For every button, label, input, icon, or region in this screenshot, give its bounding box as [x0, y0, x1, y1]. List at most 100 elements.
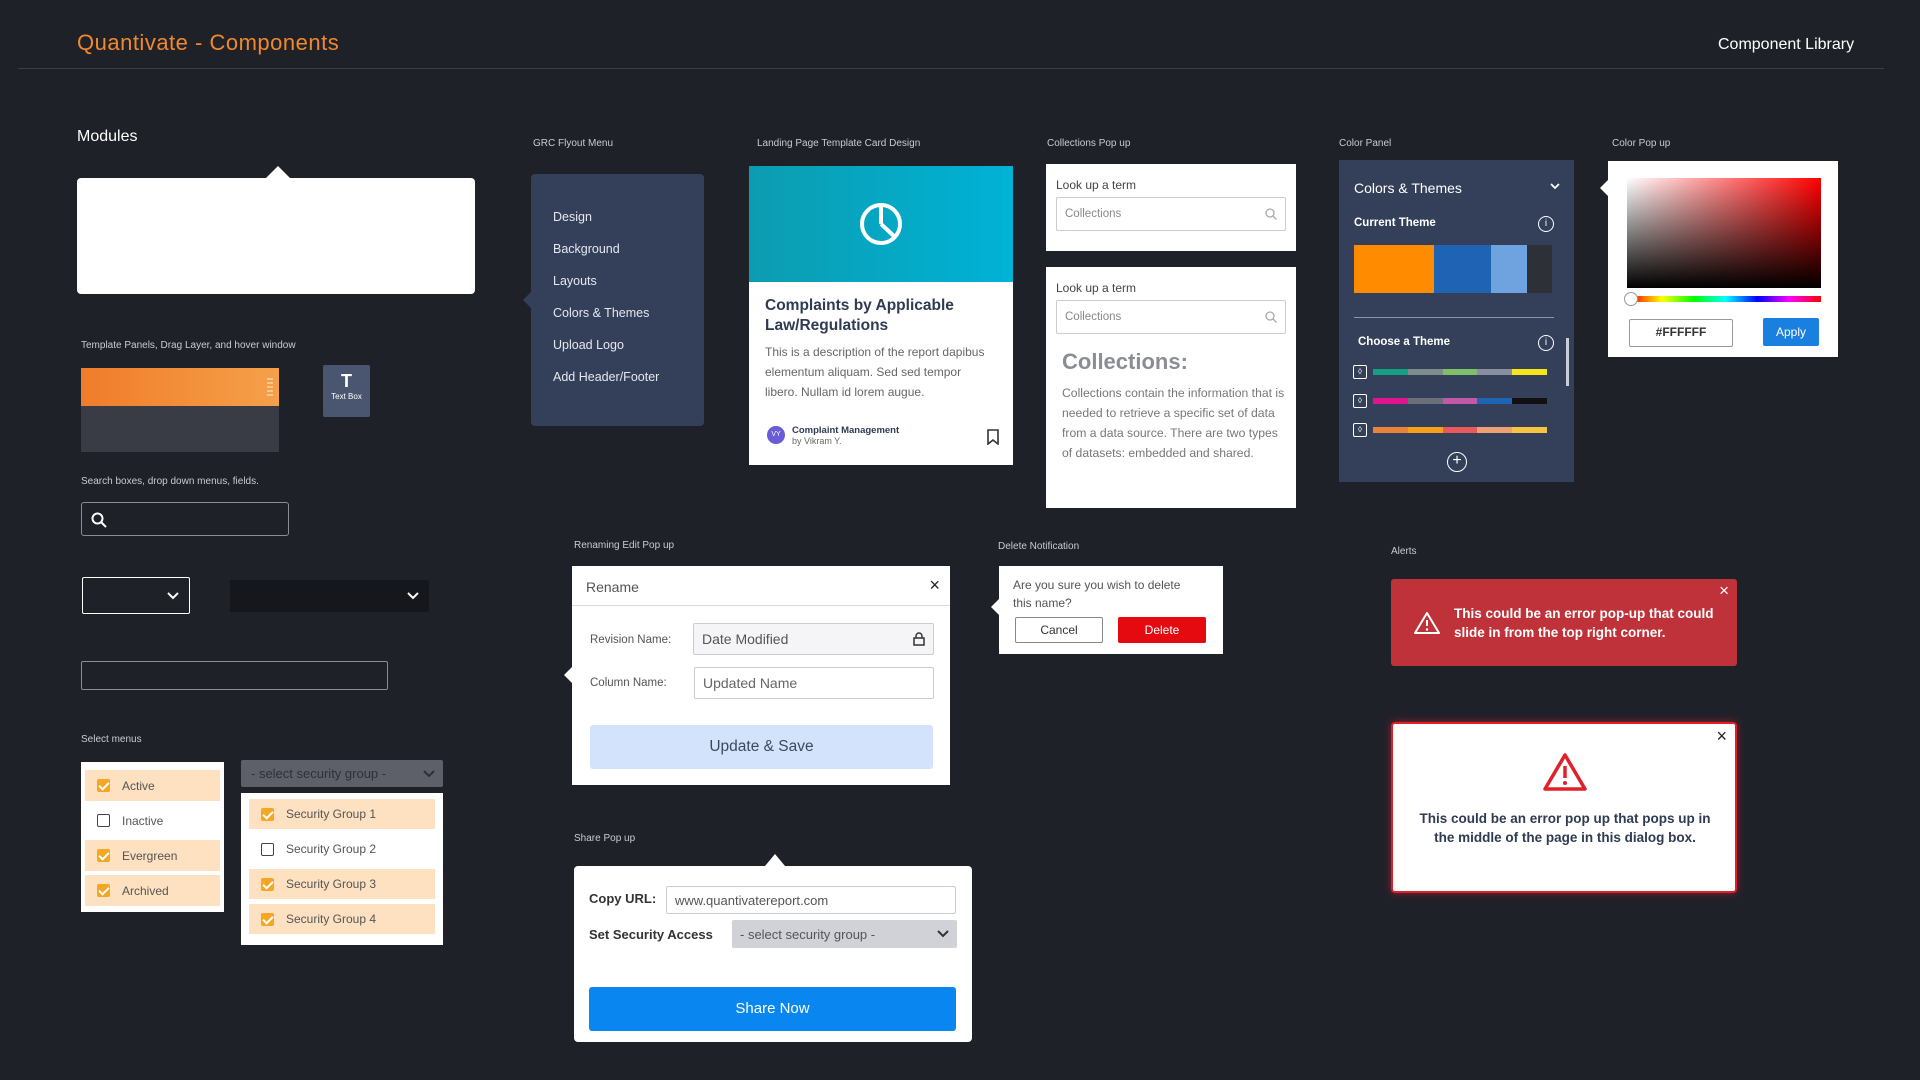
security-access-label: Set Security Access — [589, 927, 713, 942]
share-label: Share Pop up — [574, 833, 636, 844]
checkbox[interactable] — [97, 814, 110, 827]
flyout-item-design[interactable]: Design — [553, 210, 704, 242]
cancel-button[interactable]: Cancel — [1015, 617, 1103, 643]
drop-icon: ◊ — [1353, 394, 1367, 408]
chevron-down-icon — [937, 930, 949, 938]
search-placeholder: Collections — [1065, 311, 1122, 323]
column-label: Column Name: — [590, 677, 667, 689]
report-author: by Vikram Y. — [792, 436, 842, 446]
flyout-item-background[interactable]: Background — [553, 242, 704, 274]
swatch-4[interactable] — [1527, 245, 1552, 293]
bookmark-icon[interactable] — [987, 429, 999, 445]
group-option-1[interactable]: Security Group 1 — [249, 799, 435, 829]
drag-handle-icon[interactable] — [267, 378, 273, 396]
warning-icon — [1414, 612, 1440, 634]
checkbox[interactable] — [261, 807, 274, 821]
revision-name-field[interactable]: Date Modified — [693, 623, 934, 655]
template-panel-header[interactable] — [81, 368, 279, 406]
checkbox[interactable] — [261, 842, 274, 856]
rename-header: Rename × — [572, 566, 950, 606]
text-field[interactable] — [81, 661, 388, 690]
flyout-item-upload-logo[interactable]: Upload Logo — [553, 338, 704, 370]
add-theme-icon[interactable]: + — [1447, 452, 1467, 472]
option-label: Inactive — [122, 813, 164, 828]
status-select-menu: Active Inactive Evergreen Archived — [81, 762, 224, 912]
share-popup: Copy URL: www.quantivatereport.com Set S… — [574, 866, 972, 1042]
info-icon[interactable]: i — [1538, 216, 1554, 232]
alerts-label: Alerts — [1391, 546, 1417, 557]
lock-icon — [913, 632, 925, 646]
swatch-1[interactable] — [1354, 245, 1434, 293]
group-option-2[interactable]: Security Group 2 — [249, 834, 435, 864]
report-card-title: Complaints by Applicable Law/Regulations — [765, 297, 954, 334]
checkbox[interactable] — [97, 849, 110, 862]
info-icon[interactable]: i — [1538, 335, 1554, 351]
textbox-label: Text Box — [331, 392, 362, 401]
status-option-inactive[interactable]: Inactive — [85, 805, 220, 836]
theme-scrollbar[interactable] — [1566, 338, 1569, 386]
column-name-field[interactable]: Updated Name — [694, 667, 934, 699]
swatch-3[interactable] — [1491, 245, 1527, 293]
theme-row-1[interactable]: ◊ — [1353, 365, 1547, 379]
header-divider — [18, 68, 1884, 69]
color-panel-title: Colors & Themes — [1354, 180, 1462, 196]
status-option-archived[interactable]: Archived — [85, 875, 220, 906]
close-icon[interactable]: × — [929, 575, 940, 596]
grc-flyout-label: GRC Flyout Menu — [533, 138, 614, 149]
dropdown-small[interactable] — [82, 577, 190, 614]
search-icon — [1265, 208, 1277, 220]
text-icon: T — [341, 371, 352, 391]
module-panel-caret — [266, 166, 290, 178]
current-theme-swatches — [1354, 245, 1552, 293]
search-icon — [1265, 311, 1277, 323]
security-group-select[interactable]: - select security group - — [241, 760, 443, 787]
delete-message: Are you sure you wish to delete this nam… — [1013, 578, 1181, 610]
hue-slider-handle[interactable] — [1624, 292, 1638, 306]
group-option-4[interactable]: Security Group 4 — [249, 904, 435, 934]
apply-button[interactable]: Apply — [1763, 318, 1819, 346]
color-gradient-picker[interactable] — [1627, 178, 1821, 288]
flyout-item-colors-themes[interactable]: Colors & Themes — [553, 306, 704, 338]
security-access-select[interactable]: - select security group - — [732, 920, 957, 948]
chevron-down-icon — [167, 592, 179, 600]
search-input[interactable] — [81, 502, 289, 536]
status-option-active[interactable]: Active — [85, 770, 220, 801]
dropdown-dark[interactable] — [230, 580, 429, 612]
collections-search-input[interactable]: Collections — [1056, 300, 1286, 334]
share-caret — [765, 854, 785, 866]
flyout-item-header-footer[interactable]: Add Header/Footer — [553, 370, 704, 402]
option-label: Security Group 2 — [286, 842, 377, 856]
textbox-tool[interactable]: T Text Box — [323, 365, 370, 417]
drop-icon: ◊ — [1353, 423, 1367, 437]
collections-search-input[interactable]: Collections — [1056, 197, 1286, 231]
template-panel[interactable] — [81, 368, 279, 452]
status-option-evergreen[interactable]: Evergreen — [85, 840, 220, 871]
collections-popup-small: Look up a term Collections — [1046, 164, 1296, 251]
update-save-button[interactable]: Update & Save — [590, 725, 933, 769]
delete-button[interactable]: Delete — [1118, 617, 1206, 643]
flyout-item-layouts[interactable]: Layouts — [553, 274, 704, 306]
toast-message: This could be an error pop-up that could… — [1454, 606, 1714, 640]
checkbox[interactable] — [261, 877, 274, 891]
theme-row-3[interactable]: ◊ — [1353, 423, 1547, 437]
chevron-down-icon[interactable] — [1550, 183, 1560, 190]
group-option-3[interactable]: Security Group 3 — [249, 869, 435, 899]
checkbox[interactable] — [97, 779, 110, 792]
swatch-2[interactable] — [1434, 245, 1491, 293]
checkbox[interactable] — [261, 912, 274, 926]
theme-row-2[interactable]: ◊ — [1353, 394, 1547, 408]
report-card[interactable]: Complaints by Applicable Law/Regulations… — [749, 166, 1013, 465]
url-field[interactable]: www.quantivatereport.com — [666, 886, 956, 914]
hex-input[interactable]: #FFFFFF — [1629, 319, 1733, 347]
close-icon[interactable]: × — [1716, 726, 1727, 747]
select-placeholder: - select security group - — [740, 927, 876, 942]
component-library-link[interactable]: Component Library — [1718, 36, 1854, 54]
delete-popup: Are you sure you wish to delete this nam… — [999, 566, 1223, 654]
select-placeholder: - select security group - — [251, 766, 387, 781]
close-icon[interactable]: × — [1719, 581, 1729, 601]
hue-slider[interactable] — [1630, 296, 1821, 302]
collections-label: Collections Pop up — [1047, 138, 1131, 149]
rename-title: Rename — [586, 579, 639, 595]
share-now-button[interactable]: Share Now — [589, 987, 956, 1031]
checkbox[interactable] — [97, 884, 110, 897]
